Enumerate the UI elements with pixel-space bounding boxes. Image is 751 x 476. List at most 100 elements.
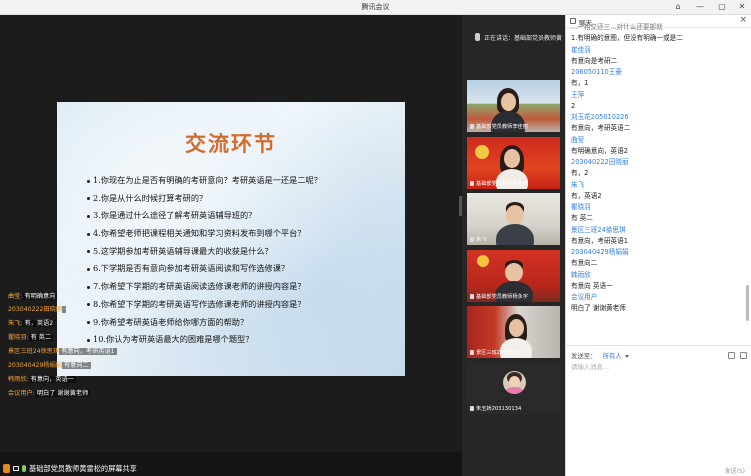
participant-name: 景区三班24徐思琪: [470, 349, 558, 356]
bullet-icon: [87, 232, 90, 236]
chat-sender-name[interactable]: 崔佳羽: [571, 45, 743, 56]
chat-message-text: 有意向，考研英语1: [571, 236, 628, 245]
slide-question: 6.下学期是否有意向参加考研英语阅读和写作选修课？: [87, 260, 402, 278]
window-title: 腾讯会议: [361, 3, 390, 11]
chat-message-text: 有，2: [571, 169, 589, 178]
participant-name: 基础部党员教师杨永宇: [470, 293, 558, 300]
slide-question: 9.你希望考研英语老师给你哪方面的帮助？: [87, 314, 402, 332]
chat-message-text: 2: [571, 101, 576, 110]
speaking-indicator: 正在讲话：基础部党员教师黄雷...: [470, 27, 562, 47]
camera-icon: [13, 466, 19, 471]
bullet-icon: [87, 214, 90, 218]
chat-message-text: 有意向 英语一: [571, 281, 613, 290]
chat-sender-name[interactable]: 景区三班24徐思琪: [571, 225, 743, 236]
presentation-slide: 交流环节 1.你现在为止是否有明确的考研意向？考研英语是一还是二呢？ 2.你是从…: [57, 102, 405, 376]
microphone-icon: [22, 465, 26, 472]
chat-sender-name[interactable]: 曲莹: [571, 135, 743, 146]
chat-sender-name[interactable]: 203040222田晓丽: [571, 157, 743, 168]
bullet-icon: [87, 179, 90, 183]
overlay-chat-line: 曲莹: 有明确意向: [8, 293, 58, 300]
send-to-select[interactable]: 所有人: [603, 352, 622, 360]
emblem-icon: [477, 255, 489, 267]
chat-message-text: 有，1: [571, 79, 589, 88]
pin-icon[interactable]: ⌂: [671, 1, 685, 13]
chat-divider: [566, 345, 751, 346]
user-icon: [3, 464, 10, 473]
chevron-down-icon[interactable]: [624, 354, 629, 358]
participant-name: 基础部党员教师郭金红: [470, 180, 558, 187]
participant-video-tile[interactable]: 朱玉娇203130134: [467, 362, 560, 414]
microphone-icon: [470, 350, 474, 355]
overlay-chat-line: 203040429杨娟娟 有意向二: [8, 362, 91, 369]
send-target-row: 发送至： 所有人: [571, 350, 747, 362]
image-icon[interactable]: [740, 352, 747, 359]
microphone-icon: [470, 406, 474, 411]
microphone-icon: [470, 294, 474, 299]
microphone-icon: [470, 237, 474, 242]
overlay-chat-line: 瞿晓羽: 有 英二: [8, 334, 54, 341]
screen-share-bar: 基础部党员教师黄雷松的屏幕共享: [0, 452, 462, 476]
chat-message-text: 明白了 谢谢黄老师: [571, 304, 626, 313]
microphone-icon: [470, 124, 474, 129]
overlay-chat-line: 韩雨欣: 有意向，英语一: [8, 376, 76, 383]
chat-message-text: 有意向二: [571, 259, 598, 268]
slide-question: 8.你希望下学期的考研英语写作选修课老师的讲授内容是？: [87, 296, 402, 314]
chat-message-text: 有 英二: [571, 214, 593, 223]
close-button[interactable]: ✕: [735, 1, 749, 13]
chat-sender-name[interactable]: 会议用户: [571, 292, 743, 303]
slide-question: 7.你希望下学期的考研英语阅读选修课老师的讲授内容是？: [87, 278, 402, 296]
bullet-icon: [87, 321, 90, 324]
microphone-icon: [475, 33, 480, 41]
bullet-icon: [87, 197, 90, 201]
participant-video-tile[interactable]: 景区三班24徐思琪: [467, 306, 560, 358]
participant-video-tile[interactable]: 朱飞: [467, 193, 560, 245]
slide-question: 1.你现在为止是否有明确的考研意向？考研英语是一还是二呢？: [87, 172, 402, 190]
chat-message-text: 有明确意向，英语2: [571, 146, 628, 155]
send-button[interactable]: 发送(S): [725, 466, 746, 475]
chat-sender-name[interactable]: 203040429杨娟娟: [571, 247, 743, 258]
chat-sender-name[interactable]: 刘玉花205010226: [571, 112, 743, 123]
avatar: [503, 371, 526, 394]
participant-name: 朱飞: [470, 236, 558, 243]
slide-title: 交流环节: [185, 132, 277, 156]
microphone-icon: [470, 181, 474, 186]
title-bar: 腾讯会议 ⌂ — ▢ ✕: [0, 0, 751, 15]
slide-question: 5.这学期参加考研英语辅导课最大的收获是什么？: [87, 243, 402, 261]
screen-share-label: 基础部党员教师黄雷松的屏幕共享: [29, 464, 137, 473]
chat-message-text: 有，英语2: [571, 191, 602, 200]
participant-name: 朱玉娇203130134: [470, 405, 558, 412]
chat-message-list: ...一相交还三...对什么还要部就 1.有明确的意图，但没有明确一或是二 崔佳…: [571, 22, 743, 347]
chat-sender-name[interactable]: 朱飞: [571, 180, 743, 191]
slide-question-list: 1.你现在为止是否有明确的考研意向？考研英语是一还是二呢？ 2.你是从什么时候打…: [87, 172, 402, 349]
bullet-icon: [87, 338, 90, 342]
bullet-icon: [87, 303, 90, 307]
overlay-chat-line: 会议用户: 明白了 谢谢黄老师: [8, 390, 91, 397]
chat-sender-name[interactable]: 206050110王豪: [571, 67, 743, 78]
bullet-icon: [87, 285, 90, 289]
participant-name: 基础部党员教师李佳丽: [470, 123, 558, 130]
slide-question: 4.你希望老师把课程相关通知和学习资料发布到哪个平台？: [87, 225, 402, 243]
slide-question: 10.你认为考研英语最大的困难是哪个题型？: [87, 331, 402, 349]
slide-question: 2.你是从什么时候打算考研的？: [87, 190, 402, 208]
chat-sender-name[interactable]: 王萍: [571, 90, 743, 101]
chat-message-text: 有意向，考研英语二: [571, 124, 631, 133]
overlay-chat-line: 朱飞: 有，英语2: [8, 320, 56, 327]
file-icon[interactable]: [728, 352, 735, 359]
chat-message-text: ...一相交还三...对什么还要部就: [571, 23, 663, 31]
participant-video-tile[interactable]: 基础部党员教师郭金红: [467, 137, 560, 189]
bullet-icon: [87, 267, 90, 271]
overlay-chat-line: 203040222田晓丽: [8, 304, 66, 316]
maximize-button[interactable]: ▢: [715, 1, 729, 13]
participant-video-tile[interactable]: 基础部党员教师李佳丽: [467, 80, 560, 132]
chat-scrollbar[interactable]: [746, 285, 749, 321]
minimize-button[interactable]: —: [693, 1, 707, 13]
chat-sender-name[interactable]: 韩雨欣: [571, 270, 743, 281]
bullet-icon: [87, 250, 90, 254]
chat-message-text: 1.有明确的意图，但没有明确一或是二: [571, 34, 683, 43]
chat-sender-name[interactable]: 瞿晓羽: [571, 202, 743, 213]
chat-message-input[interactable]: 请输入消息...: [571, 362, 747, 462]
slide-question: 3.你是通过什么途径了解考研英语辅导班的？: [87, 207, 402, 225]
send-to-label: 发送至：: [571, 352, 597, 360]
chat-message-text: 有意向是考研二: [571, 56, 618, 65]
participant-video-tile[interactable]: 基础部党员教师杨永宇: [467, 250, 560, 302]
